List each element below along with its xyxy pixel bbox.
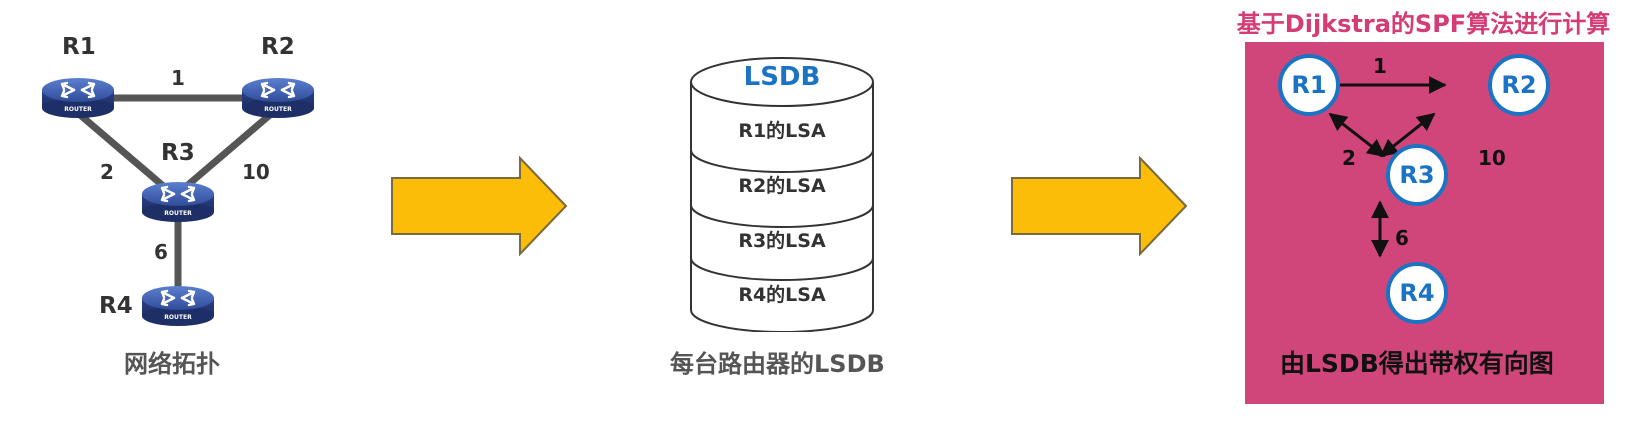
edge-cost-r3-r4: 6 [1395, 226, 1409, 250]
graph-caption: 由LSDB得出带权有向图 [1280, 349, 1554, 378]
topology-caption: 网络拓扑 [124, 350, 220, 378]
link-cost-r1-r2: 1 [171, 66, 185, 90]
edge-cost-r2-r3: 10 [1478, 146, 1506, 170]
link-cost-r3-r4: 6 [154, 240, 168, 264]
graph-node-r4: R4 [1386, 262, 1448, 324]
graph-node-r1: R1 [1278, 54, 1340, 116]
router-label-r3: R3 [161, 140, 195, 166]
lsdb-row-r1: R1的LSA [738, 120, 826, 142]
lsdb-row-r4: R4的LSA [738, 284, 826, 306]
edge-r1-r3 [1328, 112, 1386, 158]
router-icon-r3 [140, 180, 216, 224]
router-icon-r1 [40, 76, 116, 120]
graph-node-r2: R2 [1488, 54, 1550, 116]
lsdb-row-r3: R3的LSA [738, 230, 826, 252]
link-cost-r2-r3: 10 [242, 160, 270, 184]
link-cost-r1-r3: 2 [100, 160, 114, 184]
spf-title: 基于Dijkstra的SPF算法进行计算 [1236, 10, 1611, 38]
lsdb-caption: 每台路由器的LSDB [670, 350, 885, 378]
router-icon-r4 [140, 284, 216, 328]
router-label-r4: R4 [99, 293, 133, 319]
right-arrow-icon [391, 156, 568, 256]
lsdb-database: LSDB R1的LSA R2的LSA R3的LSA R4的LSA [689, 52, 875, 332]
edge-cost-r1-r3: 2 [1342, 146, 1356, 170]
right-arrow-icon [1011, 156, 1188, 256]
graph-node-r3: R3 [1386, 144, 1448, 206]
lsdb-title: LSDB [743, 62, 821, 92]
router-icon-r2 [240, 76, 316, 120]
router-label-r2: R2 [261, 34, 295, 60]
lsdb-row-r2: R2的LSA [738, 175, 826, 197]
edge-cost-r1-r2: 1 [1373, 54, 1387, 78]
router-label-r1: R1 [62, 34, 96, 60]
link-r1-r3 [69, 105, 178, 199]
